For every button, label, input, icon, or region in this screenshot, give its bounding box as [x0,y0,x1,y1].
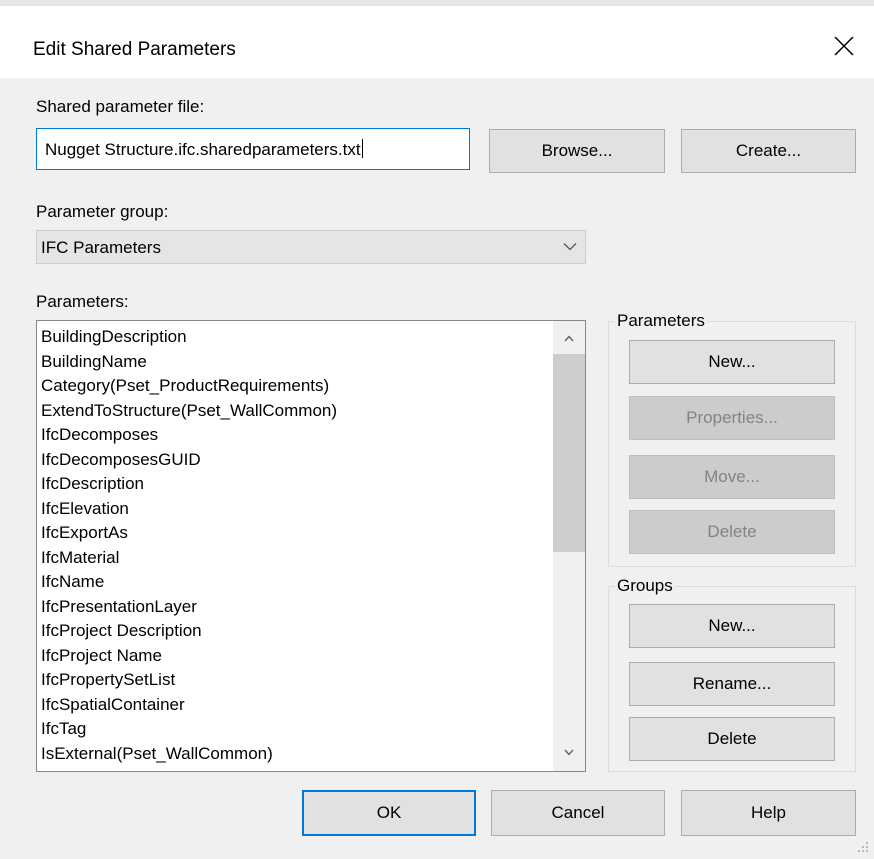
create-button[interactable]: Create... [681,129,856,173]
parameters-groupbox-title: Parameters [615,311,707,331]
parameters-listbox[interactable]: BuildingDescription BuildingName Categor… [36,320,586,772]
delete-parameter-button[interactable]: Delete [629,510,835,554]
close-button[interactable] [822,26,866,70]
scrollbar-thumb[interactable] [553,354,585,552]
parameters-list-label: Parameters: [36,292,129,311]
shared-file-value: Nugget Structure.ifc.sharedparameters.tx… [45,140,361,159]
list-item[interactable]: IfcDecomposes [41,423,337,448]
list-item[interactable]: BuildingDescription [41,325,337,350]
properties-button[interactable]: Properties... [629,396,835,440]
title-bar: Edit Shared Parameters [0,6,874,78]
chevron-down-icon [563,243,577,251]
rename-group-button[interactable]: Rename... [629,662,835,706]
scroll-up-icon[interactable] [564,335,574,342]
list-item[interactable]: ExtendToStructure(Pset_WallCommon) [41,399,337,424]
list-item[interactable]: IfcProject Description [41,619,337,644]
parameter-group-select[interactable]: IFC Parameters [36,230,586,264]
list-item[interactable]: IfcName [41,570,337,595]
list-item[interactable]: BuildingName [41,350,337,375]
list-item[interactable]: IfcSpatialContainer [41,693,337,718]
list-item[interactable]: IfcExportAs [41,521,337,546]
move-button[interactable]: Move... [629,455,835,499]
parameter-group-label: Parameter group: [36,202,169,221]
vertical-scrollbar[interactable] [553,321,585,771]
scroll-down-icon[interactable] [564,749,574,756]
new-parameter-button[interactable]: New... [629,340,835,384]
new-group-button[interactable]: New... [629,604,835,648]
ok-button[interactable]: OK [302,790,476,836]
list-item[interactable]: IfcDescription [41,472,337,497]
list-item[interactable]: Category(Pset_ProductRequirements) [41,374,337,399]
cancel-button[interactable]: Cancel [491,790,665,836]
help-button[interactable]: Help [681,790,856,836]
list-item[interactable]: IfcDecomposesGUID [41,448,337,473]
list-item[interactable]: IsExternal(Pset_WallCommon) [41,742,337,767]
browse-button[interactable]: Browse... [489,129,665,173]
list-item[interactable]: IfcPropertySetList [41,668,337,693]
close-icon [834,36,854,56]
list-item[interactable]: IfcTag [41,717,337,742]
delete-group-button[interactable]: Delete [629,717,835,761]
list-item[interactable]: IfcElevation [41,497,337,522]
parameters-items: BuildingDescription BuildingName Categor… [41,325,337,766]
list-item[interactable]: IfcPresentationLayer [41,595,337,620]
shared-file-input[interactable]: Nugget Structure.ifc.sharedparameters.tx… [36,128,470,170]
dialog-title: Edit Shared Parameters [33,39,236,60]
parameter-group-value: IFC Parameters [41,238,161,257]
groups-groupbox-title: Groups [615,576,675,596]
list-item[interactable]: IfcMaterial [41,546,337,571]
shared-file-label: Shared parameter file: [36,97,205,116]
text-cursor [361,139,363,158]
resize-grip-icon[interactable] [856,840,870,854]
list-item[interactable]: IfcProject Name [41,644,337,669]
